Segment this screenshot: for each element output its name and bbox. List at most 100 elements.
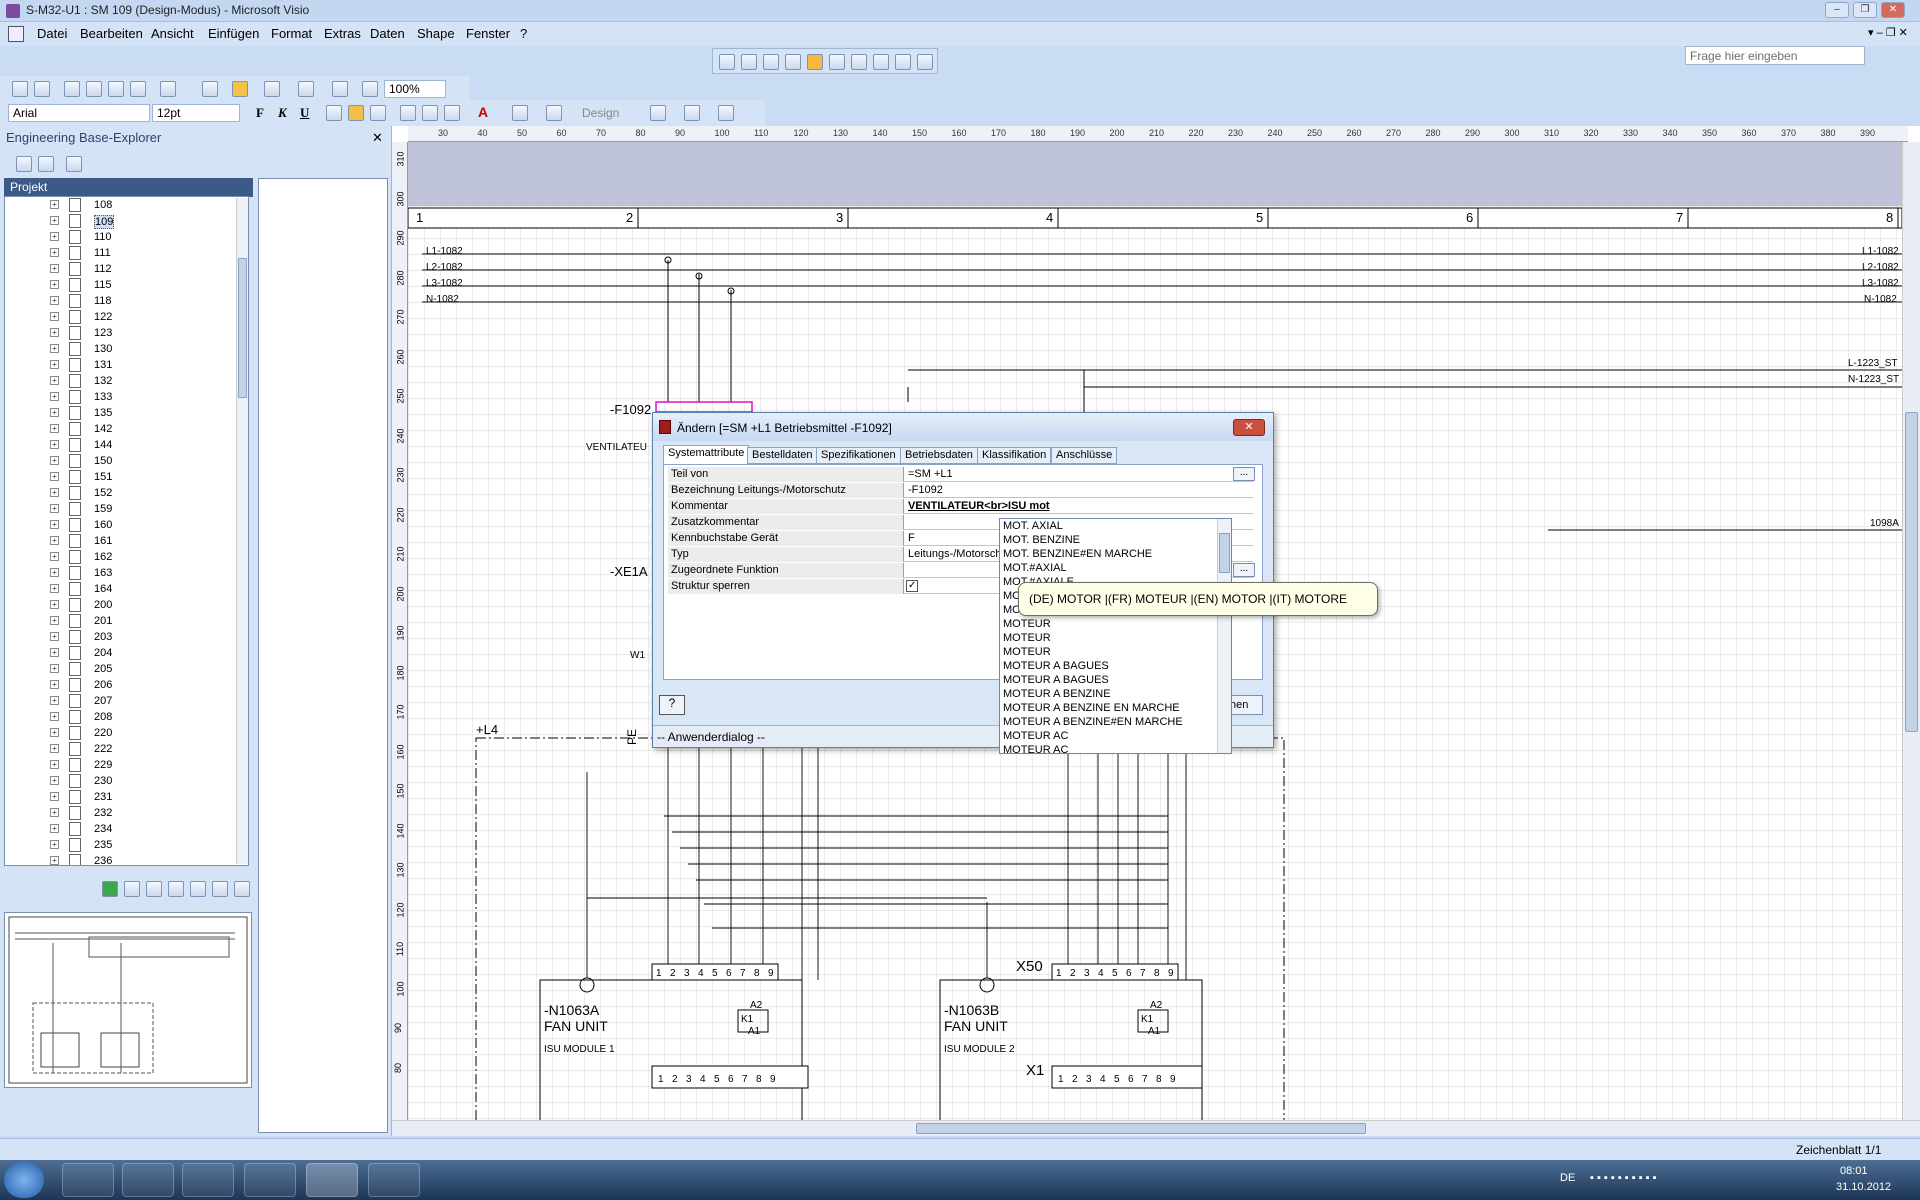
expand-icon[interactable]: + bbox=[50, 440, 59, 449]
expand-icon[interactable]: + bbox=[50, 280, 59, 289]
step-icon[interactable] bbox=[917, 54, 933, 70]
line-ends-icon[interactable] bbox=[718, 105, 734, 121]
grid-icon[interactable] bbox=[234, 881, 250, 897]
expand-icon[interactable]: + bbox=[50, 200, 59, 209]
tree-item[interactable]: +109 bbox=[5, 213, 235, 229]
ellipsis-button[interactable]: ... bbox=[1233, 467, 1255, 481]
expand-icon[interactable]: + bbox=[50, 248, 59, 257]
expand-icon[interactable]: + bbox=[50, 264, 59, 273]
tree-item[interactable]: +201 bbox=[5, 613, 235, 629]
comment-autocomplete-list[interactable]: MOT. AXIAL MOT. BENZINE MOT. BENZINE#EN MA… bbox=[999, 518, 1232, 754]
expand-icon[interactable]: + bbox=[50, 712, 59, 721]
tree-item[interactable]: +232 bbox=[5, 805, 235, 821]
expand-icon[interactable]: + bbox=[50, 840, 59, 849]
fan-unit-b-id[interactable]: -N1063B bbox=[944, 1002, 999, 1018]
pointer-tool-icon[interactable] bbox=[719, 54, 735, 70]
design-button[interactable]: Design bbox=[582, 106, 619, 120]
refresh-icon[interactable] bbox=[895, 54, 911, 70]
expand-icon[interactable]: + bbox=[50, 376, 59, 385]
expand-icon[interactable]: + bbox=[50, 664, 59, 673]
expand-icon[interactable]: + bbox=[50, 776, 59, 785]
bold-button[interactable]: F bbox=[256, 105, 264, 121]
vertical-scrollbar[interactable] bbox=[1902, 142, 1920, 1120]
autocomplete-option[interactable]: MOTEUR bbox=[1003, 632, 1051, 644]
tree-item[interactable]: +203 bbox=[5, 629, 235, 645]
expand-icon[interactable]: + bbox=[50, 328, 59, 337]
expand-icon[interactable]: + bbox=[50, 616, 59, 625]
attr-value[interactable]: F bbox=[906, 532, 915, 544]
expand-icon[interactable]: + bbox=[50, 312, 59, 321]
attr-row[interactable]: Bezeichnung Leitungs-/Motorschutz -F1092 bbox=[668, 483, 1253, 498]
tree-item[interactable]: +135 bbox=[5, 405, 235, 421]
start-button[interactable] bbox=[4, 1162, 44, 1198]
tree-item[interactable]: +152 bbox=[5, 485, 235, 501]
expand-icon[interactable]: + bbox=[50, 408, 59, 417]
attr-row[interactable]: Teil von =SM +L1 bbox=[668, 467, 1253, 482]
expand-icon[interactable]: + bbox=[50, 552, 59, 561]
expand-icon[interactable]: + bbox=[50, 232, 59, 241]
navigate-icon[interactable] bbox=[851, 54, 867, 70]
delete-icon[interactable] bbox=[130, 81, 146, 97]
tree-item[interactable]: +142 bbox=[5, 421, 235, 437]
green-list-icon[interactable] bbox=[102, 881, 118, 897]
text-tool-icon[interactable] bbox=[298, 81, 314, 97]
expand-icon[interactable]: + bbox=[50, 728, 59, 737]
line-color-icon[interactable] bbox=[512, 105, 528, 121]
expand-icon[interactable]: + bbox=[50, 424, 59, 433]
tree-item[interactable]: +163 bbox=[5, 565, 235, 581]
hyperlink-icon[interactable] bbox=[202, 81, 218, 97]
attr-row[interactable]: Kommentar VENTILATEUR<br>ISU mot bbox=[668, 499, 1253, 514]
tree-item[interactable]: +111 bbox=[5, 245, 235, 261]
align-left-icon[interactable] bbox=[326, 105, 342, 121]
language-indicator[interactable]: DE bbox=[1560, 1172, 1575, 1184]
comment-input[interactable]: VENTILATEUR<br>ISU mot bbox=[906, 500, 1050, 512]
expand-icon[interactable]: + bbox=[50, 648, 59, 657]
expand-icon[interactable]: + bbox=[50, 456, 59, 465]
tab-projekt[interactable]: Projekt bbox=[4, 178, 253, 197]
tree-item[interactable]: +207 bbox=[5, 693, 235, 709]
autocomplete-option[interactable]: MOTEUR A BENZINE bbox=[1003, 688, 1111, 700]
device-label-xe1a[interactable]: -XE1A bbox=[610, 564, 648, 579]
tree-item[interactable]: +122 bbox=[5, 309, 235, 325]
autocomplete-option[interactable]: MOT. BENZINE bbox=[1003, 534, 1080, 546]
fan-unit-a-id[interactable]: -N1063A bbox=[544, 1002, 599, 1018]
menu-einfuegen[interactable]: Einfügen bbox=[208, 26, 259, 41]
menu-bearbeiten[interactable]: Bearbeiten bbox=[80, 26, 143, 41]
document-list-icon[interactable] bbox=[168, 881, 184, 897]
horizontal-scroll-thumb[interactable] bbox=[916, 1123, 1366, 1134]
italic-button[interactable]: K bbox=[278, 105, 287, 121]
expand-icon[interactable]: + bbox=[50, 824, 59, 833]
back-arrow-icon[interactable] bbox=[190, 881, 206, 897]
visio-taskbar-icon[interactable] bbox=[306, 1163, 358, 1197]
help-search-input[interactable]: Frage hier eingeben bbox=[1685, 46, 1865, 65]
align-right-icon[interactable] bbox=[370, 105, 386, 121]
terminal-strip-x50[interactable]: X50 bbox=[1016, 958, 1043, 975]
menu-shape[interactable]: Shape bbox=[417, 26, 455, 41]
autocomplete-option[interactable]: MOTEUR A BAGUES bbox=[1003, 674, 1109, 686]
internet-explorer-icon[interactable] bbox=[62, 1163, 114, 1197]
tab-systemattribute[interactable]: Systemattribute bbox=[663, 445, 750, 465]
tree-item[interactable]: +161 bbox=[5, 533, 235, 549]
expand-icon[interactable]: + bbox=[50, 856, 59, 865]
ellipsis-button-2[interactable]: ... bbox=[1233, 563, 1255, 577]
expand-icon[interactable]: + bbox=[50, 472, 59, 481]
expand-icon[interactable]: + bbox=[50, 216, 59, 225]
copy-icon[interactable] bbox=[108, 81, 124, 97]
tree-item[interactable]: +118 bbox=[5, 293, 235, 309]
autocomplete-option[interactable]: MOTEUR bbox=[1003, 618, 1051, 630]
menu-format[interactable]: Format bbox=[271, 26, 312, 41]
font-select[interactable]: Arial bbox=[8, 104, 150, 122]
indent-icon[interactable] bbox=[422, 105, 438, 121]
find-icon[interactable] bbox=[873, 54, 889, 70]
firefox-icon[interactable] bbox=[182, 1163, 234, 1197]
open-icon[interactable] bbox=[741, 54, 757, 70]
clock-time[interactable]: 08:01 bbox=[1840, 1165, 1868, 1177]
tree-item[interactable]: +222 bbox=[5, 741, 235, 757]
properties-icon[interactable] bbox=[785, 54, 801, 70]
close-window-button[interactable]: ✕ bbox=[1881, 2, 1905, 18]
line-weight-icon[interactable] bbox=[650, 105, 666, 121]
shapes-icon[interactable] bbox=[763, 54, 779, 70]
tree-item[interactable]: +123 bbox=[5, 325, 235, 341]
autocomplete-option[interactable]: MOTEUR A BENZINE EN MARCHE bbox=[1003, 702, 1180, 714]
attr-value[interactable]: -F1092 bbox=[906, 484, 943, 496]
